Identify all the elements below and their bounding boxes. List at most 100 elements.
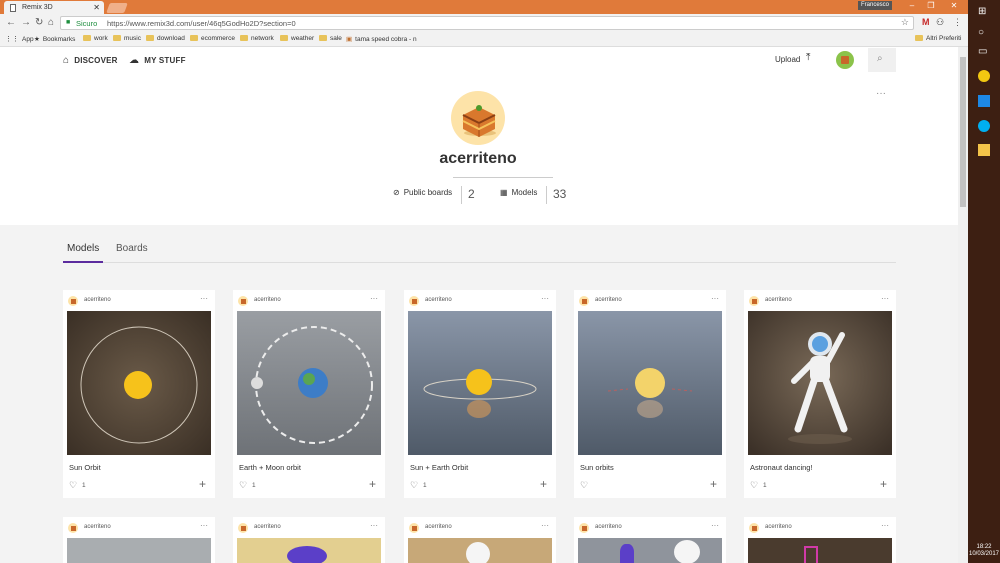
- add-to-board-icon[interactable]: +: [540, 477, 547, 491]
- like-icon[interactable]: ♡: [239, 480, 247, 491]
- like-icon[interactable]: ♡: [410, 480, 418, 491]
- bookmark-weather[interactable]: weather: [280, 35, 314, 42]
- card-author[interactable]: acerriteno: [254, 297, 281, 303]
- discover-link[interactable]: ⌂ DISCOVER: [63, 55, 118, 66]
- add-to-board-icon[interactable]: +: [369, 477, 376, 491]
- scrollbar-thumb[interactable]: [960, 57, 966, 207]
- menu-icon[interactable]: ⋮: [953, 17, 962, 28]
- model-card[interactable]: acerriteno ···: [744, 517, 896, 563]
- bookmark-apps[interactable]: ⋮⋮ App: [5, 35, 34, 43]
- model-thumbnail[interactable]: [67, 538, 211, 563]
- card-author[interactable]: acerriteno: [595, 524, 622, 530]
- like-icon[interactable]: ♡: [580, 480, 588, 491]
- card-author[interactable]: acerriteno: [425, 297, 452, 303]
- bookmark-sale[interactable]: sale: [319, 35, 342, 42]
- more-options-icon[interactable]: ···: [200, 521, 208, 530]
- bookmark-network[interactable]: network: [240, 35, 274, 42]
- app-icon[interactable]: [978, 95, 990, 107]
- model-thumbnail[interactable]: [67, 311, 211, 455]
- reload-icon[interactable]: ↻: [35, 17, 43, 28]
- skype-icon[interactable]: [978, 120, 990, 132]
- add-to-board-icon[interactable]: +: [199, 477, 206, 491]
- more-options-icon[interactable]: ···: [711, 521, 719, 530]
- bookmark-bookmarks[interactable]: ★ Bookmarks: [34, 35, 75, 43]
- model-thumbnail[interactable]: [748, 538, 892, 563]
- model-thumbnail[interactable]: [578, 311, 722, 455]
- model-thumbnail[interactable]: [578, 538, 722, 563]
- card-author[interactable]: acerriteno: [84, 524, 111, 530]
- model-card[interactable]: acerriteno ···: [574, 517, 726, 563]
- tab-models[interactable]: Models: [67, 243, 99, 254]
- user-avatar[interactable]: [836, 51, 854, 69]
- more-options-icon[interactable]: ···: [881, 294, 889, 303]
- model-thumbnail[interactable]: [748, 311, 892, 455]
- add-to-board-icon[interactable]: +: [710, 477, 717, 491]
- model-thumbnail[interactable]: [237, 311, 381, 455]
- more-options-icon[interactable]: ···: [541, 521, 549, 530]
- windows-start-icon[interactable]: ⊞: [978, 6, 990, 18]
- like-icon[interactable]: ♡: [69, 480, 77, 491]
- model-card[interactable]: acerriteno ···: [63, 517, 215, 563]
- back-icon[interactable]: ←: [6, 17, 16, 28]
- card-author[interactable]: acerriteno: [84, 297, 111, 303]
- upload-button[interactable]: Upload: [775, 55, 800, 64]
- card-title[interactable]: Astronaut dancing!: [750, 463, 813, 472]
- model-thumbnail[interactable]: [408, 538, 552, 563]
- minimize-icon[interactable]: –: [902, 0, 922, 12]
- more-options-icon[interactable]: ···: [370, 294, 378, 303]
- card-author[interactable]: acerriteno: [595, 297, 622, 303]
- restore-icon[interactable]: ❐: [921, 0, 941, 12]
- add-to-board-icon[interactable]: +: [880, 477, 887, 491]
- model-card[interactable]: acerriteno ··· Sun + Earth Orbit ♡ 1 +: [404, 290, 556, 498]
- url-text[interactable]: https://www.remix3d.com/user/46q5GodHo2D…: [107, 19, 296, 28]
- model-card[interactable]: acerriteno ··· Earth + Moon orbit ♡ 1 +: [233, 290, 385, 498]
- model-thumbnail[interactable]: [408, 311, 552, 455]
- card-author[interactable]: acerriteno: [765, 297, 792, 303]
- forward-icon[interactable]: →: [21, 17, 31, 28]
- like-icon[interactable]: ♡: [750, 480, 758, 491]
- search-button[interactable]: ⌕: [868, 48, 896, 72]
- close-tab-icon[interactable]: ✕: [93, 3, 100, 12]
- more-options-icon[interactable]: ···: [711, 294, 719, 303]
- address-bar[interactable]: ■ Sicuro https://www.remix3d.com/user/46…: [60, 16, 914, 30]
- public-boards-link[interactable]: ⊘ Public boards: [393, 188, 452, 197]
- card-title[interactable]: Sun + Earth Orbit: [410, 463, 468, 472]
- model-card[interactable]: acerriteno ··· Astronaut dancing! ♡ 1 +: [744, 290, 896, 498]
- upload-icon[interactable]: ⤒: [806, 52, 810, 63]
- models-link[interactable]: ▦ Models: [500, 188, 537, 197]
- model-thumbnail[interactable]: [237, 538, 381, 563]
- bookmark-star-icon[interactable]: ☆: [901, 17, 909, 28]
- model-card[interactable]: acerriteno ··· Sun Orbit ♡ 1 +: [63, 290, 215, 498]
- home-icon[interactable]: ⌂: [48, 17, 54, 28]
- more-options-icon[interactable]: ···: [200, 294, 208, 303]
- my-stuff-link[interactable]: ☁ MY STUFF: [129, 55, 186, 66]
- new-tab-button[interactable]: [106, 3, 128, 13]
- profile-badge[interactable]: Francesco: [858, 1, 892, 10]
- card-author[interactable]: acerriteno: [254, 524, 281, 530]
- card-title[interactable]: Earth + Moon orbit: [239, 463, 301, 472]
- more-options-icon[interactable]: ···: [370, 521, 378, 530]
- bookmark-ecommerce[interactable]: ecommerce: [190, 35, 235, 42]
- task-view-icon[interactable]: ▭: [978, 46, 990, 58]
- file-explorer-icon[interactable]: [978, 144, 990, 156]
- bookmark-download[interactable]: download: [146, 35, 185, 42]
- more-options-icon[interactable]: ···: [881, 521, 889, 530]
- chrome-icon[interactable]: [978, 70, 990, 82]
- card-author[interactable]: acerriteno: [425, 524, 452, 530]
- bookmark-work[interactable]: work: [83, 35, 108, 42]
- model-card[interactable]: acerriteno ···: [404, 517, 556, 563]
- bookmark-tama[interactable]: ▣ tama speed cobra - n: [346, 35, 417, 43]
- gmail-extension-icon[interactable]: M: [922, 17, 930, 27]
- bookmark-other[interactable]: Altri Preferiti: [915, 35, 961, 42]
- system-clock[interactable]: 18:22 10/03/2017: [968, 544, 1000, 558]
- close-window-icon[interactable]: ✕: [944, 0, 964, 12]
- browser-tab[interactable]: Remix 3D ✕: [4, 1, 104, 14]
- model-card[interactable]: acerriteno ···: [233, 517, 385, 563]
- card-author[interactable]: acerriteno: [765, 524, 792, 530]
- cortana-icon[interactable]: ○: [978, 27, 990, 39]
- more-options-icon[interactable]: ···: [541, 294, 549, 303]
- extension-icon[interactable]: ⚇: [936, 17, 944, 28]
- card-title[interactable]: Sun Orbit: [69, 463, 101, 472]
- tab-boards[interactable]: Boards: [116, 243, 148, 254]
- bookmark-music[interactable]: music: [113, 35, 141, 42]
